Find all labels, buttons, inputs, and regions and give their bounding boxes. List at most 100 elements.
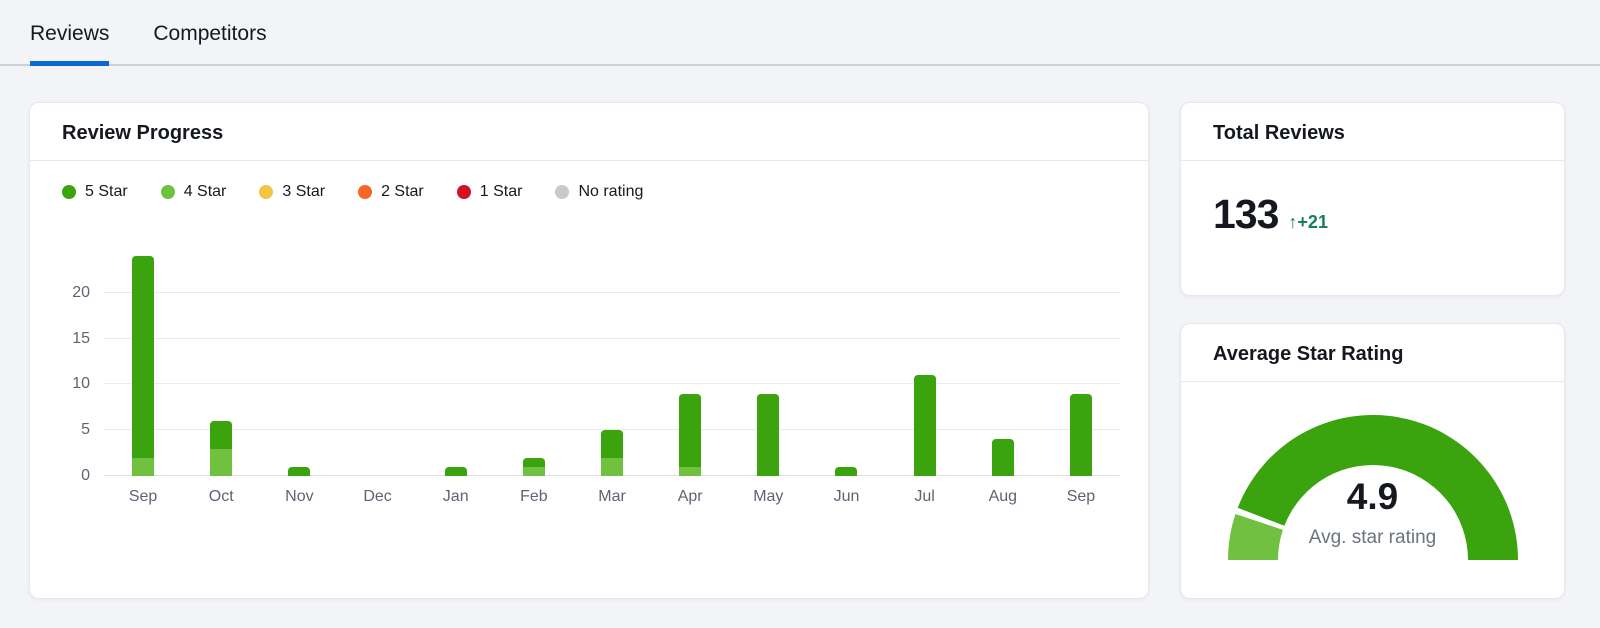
right-column: Total Reviews 133 ↑+21 Average Star Rati…	[1180, 102, 1565, 599]
bar-segment-5-star	[601, 430, 623, 457]
x-tick-label: Feb	[495, 488, 573, 506]
bar-segment-5-star	[835, 467, 857, 476]
stacked-bar-apr-7[interactable]	[679, 394, 701, 476]
x-axis-labels: SepOctNovDecJanFebMarAprMayJunJulAugSep	[76, 476, 1148, 506]
stacked-bar-jul-10[interactable]	[914, 375, 936, 476]
bar-column-may-8	[729, 247, 807, 476]
x-tick-label: Jul	[886, 488, 964, 506]
legend-dot-icon	[457, 185, 471, 199]
stacked-bar-feb-5[interactable]	[523, 458, 545, 476]
y-tick-label: 5	[81, 421, 90, 439]
legend-item-5-star[interactable]: 5 Star	[62, 183, 128, 201]
stacked-bar-jun-9[interactable]	[835, 467, 857, 476]
tab-competitors[interactable]: Competitors	[153, 22, 266, 64]
legend-label: 4 Star	[184, 183, 227, 201]
legend-dot-icon	[161, 185, 175, 199]
bar-segment-4-star	[523, 467, 545, 476]
x-tick-label: Dec	[338, 488, 416, 506]
main-content: Review Progress 5 Star 4 Star 3 Star 2 Star…	[0, 66, 1600, 599]
stacked-bar-mar-6[interactable]	[601, 430, 623, 476]
total-reviews-value: 133	[1213, 191, 1278, 238]
tab-bar: Reviews Competitors	[0, 0, 1600, 66]
stacked-bar-nov-2[interactable]	[288, 467, 310, 476]
bar-segment-5-star	[992, 439, 1014, 476]
stacked-bar-sep-12[interactable]	[1070, 394, 1092, 476]
legend-label: 3 Star	[282, 183, 325, 201]
legend-dot-icon	[358, 185, 372, 199]
legend-item-3-star[interactable]: 3 Star	[259, 183, 325, 201]
x-tick-label: Jan	[417, 488, 495, 506]
bar-column-sep-12	[1042, 247, 1120, 476]
average-star-rating-title: Average Star Rating	[1213, 343, 1532, 366]
x-tick-label: Apr	[651, 488, 729, 506]
total-reviews-body: 133 ↑+21	[1181, 161, 1564, 238]
legend-dot-icon	[555, 185, 569, 199]
bar-column-apr-7	[651, 247, 729, 476]
gauge-value: 4.9	[1223, 476, 1523, 518]
stacked-bar-aug-11[interactable]	[992, 439, 1014, 476]
bar-segment-5-star	[288, 467, 310, 476]
bar-column-jul-10	[886, 247, 964, 476]
legend-label: No rating	[578, 183, 643, 201]
gauge-caption: Avg. star rating	[1223, 527, 1523, 549]
total-reviews-delta: ↑+21	[1288, 212, 1328, 233]
bar-segment-5-star	[132, 256, 154, 458]
legend-dot-icon	[259, 185, 273, 199]
review-progress-card: Review Progress 5 Star 4 Star 3 Star 2 Star…	[29, 102, 1149, 599]
total-reviews-card: Total Reviews 133 ↑+21	[1180, 102, 1565, 296]
y-axis-labels: 05101520	[58, 247, 104, 476]
x-tick-label: Sep	[104, 488, 182, 506]
bar-column-nov-2	[260, 247, 338, 476]
legend-item-2-star[interactable]: 2 Star	[358, 183, 424, 201]
bar-column-mar-6	[573, 247, 651, 476]
review-progress-title: Review Progress	[62, 122, 1116, 145]
y-tick-label: 10	[72, 375, 90, 393]
review-progress-header: Review Progress	[30, 103, 1148, 160]
plot-area	[104, 247, 1120, 476]
review-progress-chart: 05101520	[30, 201, 1148, 476]
chart-legend: 5 Star 4 Star 3 Star 2 Star 1 Star No rating	[30, 161, 1148, 201]
bar-column-feb-5	[495, 247, 573, 476]
average-star-rating-header: Average Star Rating	[1181, 324, 1564, 381]
x-tick-label: Sep	[1042, 488, 1120, 506]
stacked-bar-jan-4[interactable]	[445, 467, 467, 476]
bar-column-dec-3	[338, 247, 416, 476]
bar-segment-4-star	[210, 449, 232, 476]
y-tick-label: 15	[72, 330, 90, 348]
x-tick-label: Mar	[573, 488, 651, 506]
bar-column-aug-11	[964, 247, 1042, 476]
legend-label: 2 Star	[381, 183, 424, 201]
bar-column-sep-0	[104, 247, 182, 476]
bar-segment-4-star	[132, 458, 154, 476]
legend-label: 1 Star	[480, 183, 523, 201]
stacked-bar-may-8[interactable]	[757, 394, 779, 476]
tab-reviews[interactable]: Reviews	[30, 22, 109, 66]
stacked-bar-sep-0[interactable]	[132, 256, 154, 476]
bar-column-oct-1	[182, 247, 260, 476]
bar-segment-5-star	[445, 467, 467, 476]
bar-segment-5-star	[914, 375, 936, 476]
x-tick-label: May	[729, 488, 807, 506]
total-reviews-title: Total Reviews	[1213, 122, 1532, 145]
bar-segment-4-star	[601, 458, 623, 476]
bar-column-jun-9	[807, 247, 885, 476]
legend-item-1-star[interactable]: 1 Star	[457, 183, 523, 201]
x-tick-label: Jun	[807, 488, 885, 506]
total-reviews-header: Total Reviews	[1181, 103, 1564, 160]
bar-segment-5-star	[679, 394, 701, 467]
divider	[1181, 381, 1564, 382]
x-tick-label: Aug	[964, 488, 1042, 506]
stacked-bar-oct-1[interactable]	[210, 421, 232, 476]
star-rating-gauge: 4.9 Avg. star rating	[1223, 410, 1523, 562]
average-star-rating-card: Average Star Rating 4.9 Avg. star rating	[1180, 323, 1565, 599]
legend-dot-icon	[62, 185, 76, 199]
x-tick-label: Oct	[182, 488, 260, 506]
bar-segment-5-star	[1070, 394, 1092, 476]
legend-label: 5 Star	[85, 183, 128, 201]
bar-segment-5-star	[210, 421, 232, 448]
bar-segment-4-star	[679, 467, 701, 476]
legend-item-no-rating[interactable]: No rating	[555, 183, 643, 201]
legend-item-4-star[interactable]: 4 Star	[161, 183, 227, 201]
bar-column-jan-4	[417, 247, 495, 476]
bar-segment-5-star	[523, 458, 545, 467]
